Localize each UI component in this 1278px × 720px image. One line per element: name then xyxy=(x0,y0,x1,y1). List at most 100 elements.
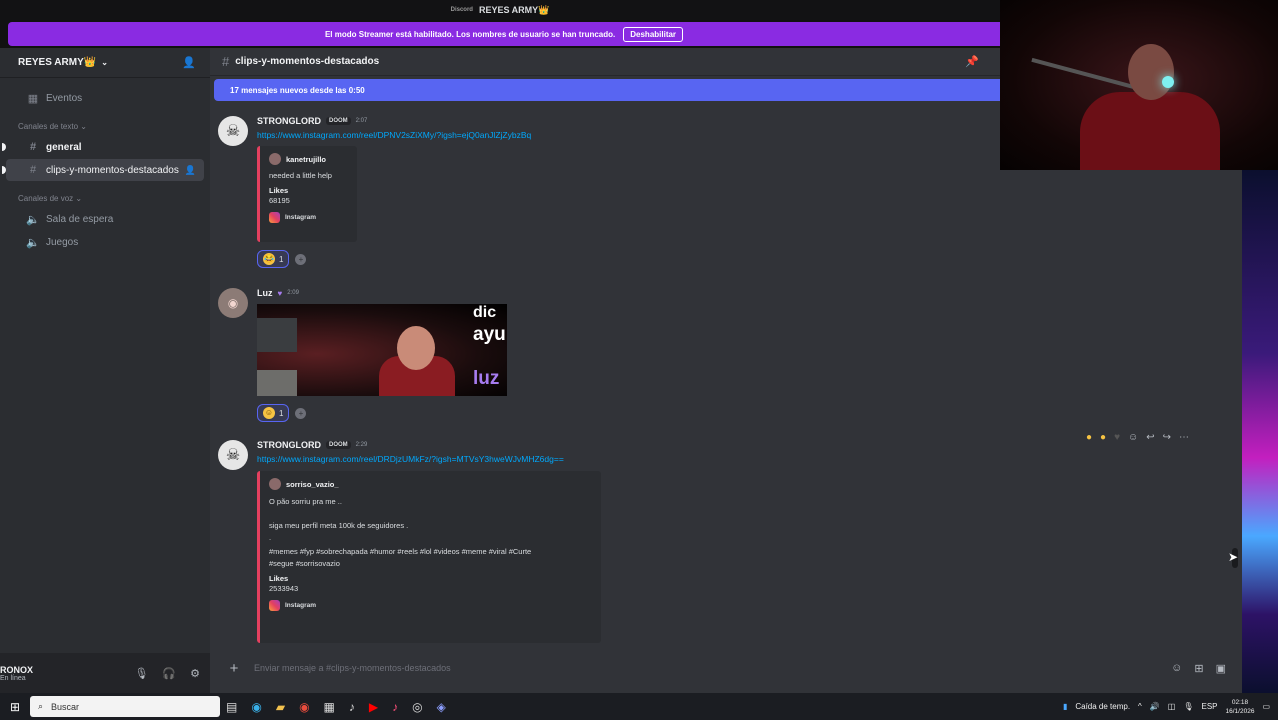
embed-field-label: Likes xyxy=(269,574,289,583)
reaction-pill[interactable]: ☺ 1 xyxy=(257,404,290,422)
speaker-icon[interactable]: 🔊 xyxy=(1150,702,1160,711)
category-label: Canales de voz xyxy=(18,194,74,203)
laughing-emoji-icon: 😂 xyxy=(263,253,275,265)
message-author[interactable]: Luz xyxy=(257,288,273,298)
background-wallpaper xyxy=(1242,170,1278,693)
obs-icon[interactable]: ◎ xyxy=(412,700,422,714)
avatar[interactable]: ◉ xyxy=(218,288,248,318)
message-link[interactable]: https://www.instagram.com/reel/DRDjzUMkF… xyxy=(257,454,564,464)
sidebar-item-juegos[interactable]: 🔈 Juegos xyxy=(6,231,204,253)
instagram-embed: kanetrujillo needed a little help Likes … xyxy=(257,146,357,242)
gift-icon[interactable]: ▣ xyxy=(1216,662,1226,675)
video-caption: dic xyxy=(473,304,497,321)
reactions: ☺ 1 + xyxy=(257,404,307,422)
message-link[interactable]: https://www.instagram.com/reel/DPNV2sZiX… xyxy=(257,130,531,140)
headphones-icon[interactable]: 🎧 xyxy=(162,667,176,680)
emoji-picker-icon[interactable]: ☺ xyxy=(1171,662,1182,675)
add-reaction-icon[interactable]: + xyxy=(295,253,307,265)
file-explorer-icon[interactable]: ▰ xyxy=(276,700,285,714)
category-voice-channels[interactable]: Canales de voz ⌄ xyxy=(0,182,210,207)
task-view-icon[interactable]: ▤ xyxy=(226,700,237,714)
embed-footer: Instagram xyxy=(269,600,592,611)
message-hover-toolbar: ● ● ♥ ☺ ↩ ↪ ⋯ xyxy=(1082,430,1194,445)
reply-icon[interactable]: ↩ xyxy=(1146,432,1154,443)
embed-author[interactable]: kanetrujillo xyxy=(269,153,348,165)
user-panel: RONOX En línea 🎙 🎧 ⚙ xyxy=(0,653,210,693)
embed-field-label: Likes xyxy=(269,186,289,195)
chevron-down-icon: ⌄ xyxy=(101,58,108,67)
add-reaction-icon[interactable]: ☺ xyxy=(1128,432,1138,443)
heart-icon: ♥ xyxy=(277,288,283,298)
embed-footer: Instagram xyxy=(269,212,348,223)
embed-description-line: #segue #sorrisovazio xyxy=(269,559,340,568)
message-timestamp: 2:07 xyxy=(355,118,368,124)
message-timestamp: 2:29 xyxy=(355,442,368,448)
grinning-emoji-icon[interactable]: ● xyxy=(1100,432,1106,443)
gear-icon[interactable]: ⚙ xyxy=(190,667,200,680)
edge-icon[interactable]: ◉ xyxy=(251,700,261,714)
calendar-icon: ▦ xyxy=(27,92,39,105)
search-icon: ⌕ xyxy=(38,701,44,711)
avatar xyxy=(269,153,281,165)
plus-icon[interactable]: + xyxy=(222,660,246,677)
user-info[interactable]: RONOX En línea xyxy=(0,665,33,682)
tiktok-icon[interactable]: ♪ xyxy=(349,700,355,714)
message-input[interactable] xyxy=(254,663,1172,673)
avatar[interactable]: ☠ xyxy=(218,116,248,146)
streamer-mode-banner: El modo Streamer está habilitado. Los no… xyxy=(8,22,1000,46)
laughing-emoji-icon[interactable]: ● xyxy=(1086,432,1092,443)
network-icon[interactable]: ◫ xyxy=(1168,702,1176,711)
store-icon[interactable]: ▦ xyxy=(324,700,335,714)
microphone-icon[interactable]: 🎙 xyxy=(1183,702,1193,711)
youtube-icon[interactable]: ▶ xyxy=(369,700,378,714)
heart-icon[interactable]: ♥ xyxy=(1114,432,1120,443)
hash-icon: # xyxy=(29,164,37,176)
taskbar-search[interactable]: ⌕ Buscar xyxy=(30,696,220,717)
microphone-light xyxy=(1162,76,1174,88)
invite-people-icon[interactable]: 👤 xyxy=(182,56,196,69)
message-composer: + ☺ ⊞ ▣ xyxy=(216,656,1236,680)
speaker-icon: 🔈 xyxy=(26,213,40,226)
new-messages-bar[interactable]: 17 mensajes nuevos desde las 0:50 xyxy=(214,79,1000,101)
webcam-subject-face xyxy=(1128,44,1174,100)
sidebar-item-label: Eventos xyxy=(46,92,83,104)
lang-indicator[interactable]: ESP xyxy=(1202,702,1218,711)
weather-text[interactable]: Caída de temp. xyxy=(1075,702,1130,711)
reaction-pill[interactable]: 😂 1 xyxy=(257,250,290,268)
microphone-icon[interactable]: 🎙 xyxy=(134,667,148,680)
streamer-mode-text: El modo Streamer está habilitado. Los no… xyxy=(324,29,616,39)
disable-streamer-button[interactable]: Deshabilitar xyxy=(623,26,684,42)
category-text-channels[interactable]: Canales de texto ⌄ xyxy=(0,110,210,135)
smile-emoji-icon: ☺ xyxy=(263,407,275,419)
sidebar-item-sala-de-espera[interactable]: 🔈 Sala de espera xyxy=(6,208,204,230)
sidebar-item-general[interactable]: # general xyxy=(2,136,204,158)
video-thumbnail xyxy=(257,318,297,352)
video-thumbnail xyxy=(257,370,297,396)
hash-icon: # xyxy=(29,141,37,153)
avatar xyxy=(269,478,281,490)
chrome-icon[interactable]: ◉ xyxy=(299,700,309,714)
avatar[interactable]: ☠ xyxy=(218,440,248,470)
server-header[interactable]: REYES ARMY👑 ⌄ 👤 xyxy=(0,48,210,78)
video-attachment[interactable]: dic ayu luz xyxy=(257,304,507,396)
sidebar-item-clips[interactable]: # clips-y-momentos-destacados 👤 xyxy=(2,159,204,181)
message-author[interactable]: STRONGLORD xyxy=(257,440,321,450)
chevron-up-icon[interactable]: ^ xyxy=(1138,702,1142,711)
embed-author-name: kanetrujillo xyxy=(286,154,327,164)
clock[interactable]: 02:18 16/1/2026 xyxy=(1226,698,1255,716)
apps-icon[interactable]: ⊞ xyxy=(1194,662,1203,675)
forward-icon[interactable]: ↪ xyxy=(1163,432,1171,443)
message-author[interactable]: STRONGLORD xyxy=(257,116,321,126)
discord-icon[interactable]: ◈ xyxy=(437,700,446,714)
pin-icon[interactable]: 📌 xyxy=(965,55,979,68)
add-member-icon[interactable]: 👤 xyxy=(185,165,196,176)
embed-footer-text: Instagram xyxy=(285,602,317,609)
tiktok-app-icon[interactable]: ♪ xyxy=(392,700,398,714)
message-timestamp: 2:09 xyxy=(287,290,299,296)
notification-icon[interactable]: ▭ xyxy=(1262,702,1270,711)
windows-start-icon[interactable]: ⊞ xyxy=(0,700,30,714)
add-reaction-icon[interactable]: + xyxy=(295,407,307,419)
more-options-icon[interactable]: ⋯ xyxy=(1179,432,1189,443)
sidebar-item-events[interactable]: ▦ Eventos xyxy=(6,87,204,109)
embed-author[interactable]: sorriso_vazio_ xyxy=(269,478,592,490)
